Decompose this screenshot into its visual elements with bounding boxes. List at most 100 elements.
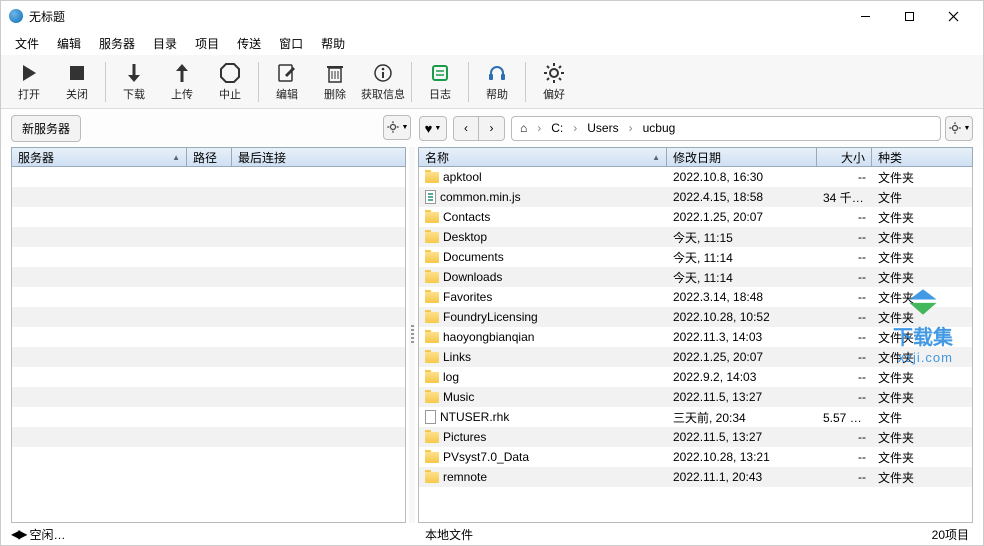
tb-pref[interactable]: 偏好	[530, 57, 578, 107]
file-row[interactable]: NTUSER.rhk三天前, 20:345.57 兆…文件	[419, 407, 972, 427]
table-row[interactable]	[12, 307, 405, 327]
table-row[interactable]	[12, 267, 405, 287]
table-row[interactable]	[12, 427, 405, 447]
tb-close[interactable]: 关闭	[53, 57, 101, 107]
col-server[interactable]: 服务器 ▲	[12, 148, 187, 166]
table-row[interactable]	[12, 287, 405, 307]
tb-edit[interactable]: 编辑	[263, 57, 311, 107]
cell-name: log	[419, 370, 667, 384]
table-row[interactable]	[12, 227, 405, 247]
chevron-down-icon: ▼	[964, 125, 971, 132]
tb-upload[interactable]: 上传	[158, 57, 206, 107]
left-gear-button[interactable]: ▼	[383, 115, 411, 140]
cell-mtime: 三天前, 20:34	[667, 409, 817, 426]
file-row[interactable]: Links2022.1.25, 20:07--文件夹	[419, 347, 972, 367]
col-size[interactable]: 大小	[817, 148, 872, 166]
file-row[interactable]: FoundryLicensing2022.10.28, 10:52--文件夹	[419, 307, 972, 327]
cell-size: --	[817, 470, 872, 484]
heart-icon: ♥	[425, 121, 433, 136]
nav-forward-button[interactable]: ›	[479, 116, 505, 141]
folder-icon	[425, 472, 439, 483]
file-row[interactable]: common.min.js2022.4.15, 18:5834 千字节文件	[419, 187, 972, 207]
col-mtime[interactable]: 修改日期	[667, 148, 817, 166]
col-path[interactable]: 路径	[187, 148, 232, 166]
menu-directory[interactable]: 目录	[145, 33, 185, 54]
tb-help[interactable]: 帮助	[473, 57, 521, 107]
right-gear-button[interactable]: ▼	[945, 116, 973, 141]
file-icon	[425, 410, 436, 424]
crumb-drive[interactable]: C:	[543, 117, 571, 140]
col-name[interactable]: 名称 ▲	[419, 148, 667, 166]
table-row[interactable]	[12, 247, 405, 267]
minimize-button[interactable]	[843, 1, 887, 31]
new-server-button[interactable]: 新服务器	[11, 115, 81, 142]
crumb-users[interactable]: Users	[579, 117, 626, 140]
table-row[interactable]	[12, 367, 405, 387]
file-name: Favorites	[443, 290, 492, 304]
cell-size: --	[817, 250, 872, 264]
file-row[interactable]: Music2022.11.5, 13:27--文件夹	[419, 387, 972, 407]
tb-download[interactable]: 下载	[110, 57, 158, 107]
table-row[interactable]	[12, 407, 405, 427]
favorite-button[interactable]: ♥ ▼	[419, 116, 447, 141]
tb-abort[interactable]: 中止	[206, 57, 254, 107]
file-row[interactable]: remnote2022.11.1, 20:43--文件夹	[419, 467, 972, 487]
file-row[interactable]: Pictures2022.11.5, 13:27--文件夹	[419, 427, 972, 447]
col-kind[interactable]: 种类	[872, 148, 972, 166]
menu-server[interactable]: 服务器	[91, 33, 143, 54]
status-count: 20项目	[932, 526, 973, 543]
table-row[interactable]	[12, 447, 405, 467]
table-row[interactable]	[12, 387, 405, 407]
file-row[interactable]: Favorites2022.3.14, 18:48--文件夹	[419, 287, 972, 307]
tb-getinfo[interactable]: 获取信息	[359, 57, 407, 107]
folder-icon	[425, 432, 439, 443]
maximize-button[interactable]	[887, 1, 931, 31]
close-button[interactable]	[931, 1, 975, 31]
table-row[interactable]	[12, 207, 405, 227]
tb-open[interactable]: 打开	[5, 57, 53, 107]
menu-file[interactable]: 文件	[7, 33, 47, 54]
tb-delete[interactable]: 删除	[311, 57, 359, 107]
file-row[interactable]: Downloads今天, 11:14--文件夹	[419, 267, 972, 287]
cell-name: remnote	[419, 470, 667, 484]
main-split: 服务器 ▲ 路径 最后连接 名称 ▲ 修改日期 大小 种类 apktool202…	[1, 147, 983, 523]
breadcrumb[interactable]: ⌂ › C: › Users › ucbug	[511, 116, 941, 141]
gear-icon	[543, 62, 565, 84]
file-row[interactable]: log2022.9.2, 14:03--文件夹	[419, 367, 972, 387]
file-row[interactable]: Desktop今天, 11:15--文件夹	[419, 227, 972, 247]
table-row[interactable]	[12, 347, 405, 367]
tb-log[interactable]: 日志	[416, 57, 464, 107]
sort-asc-icon: ▲	[652, 153, 660, 162]
collapse-icon[interactable]: ◀▶	[11, 527, 25, 541]
file-table-body[interactable]: apktool2022.10.8, 16:30--文件夹common.min.j…	[418, 167, 973, 523]
nav-back-button[interactable]: ‹	[453, 116, 479, 141]
crumb-home[interactable]: ⌂	[512, 117, 535, 140]
table-row[interactable]	[12, 187, 405, 207]
table-row[interactable]	[12, 327, 405, 347]
file-row[interactable]: apktool2022.10.8, 16:30--文件夹	[419, 167, 972, 187]
file-row[interactable]: haoyongbianqian2022.11.3, 14:03--文件夹	[419, 327, 972, 347]
menu-project[interactable]: 项目	[187, 33, 227, 54]
file-row[interactable]: Documents今天, 11:14--文件夹	[419, 247, 972, 267]
chevron-right-icon: ›	[571, 121, 579, 135]
cell-mtime: 2022.4.15, 18:58	[667, 190, 817, 204]
file-name: NTUSER.rhk	[440, 410, 509, 424]
file-name: Pictures	[443, 430, 486, 444]
folder-icon	[425, 452, 439, 463]
stop-icon	[66, 62, 88, 84]
server-pane: 服务器 ▲ 路径 最后连接	[1, 147, 409, 523]
menu-transfer[interactable]: 传送	[229, 33, 269, 54]
menu-window[interactable]: 窗口	[271, 33, 311, 54]
cell-name: apktool	[419, 170, 667, 184]
chevron-right-icon: ›	[490, 121, 494, 135]
folder-icon	[425, 172, 439, 183]
abort-icon	[219, 62, 241, 84]
file-row[interactable]: PVsyst7.0_Data2022.10.28, 13:21--文件夹	[419, 447, 972, 467]
table-row[interactable]	[12, 167, 405, 187]
col-last-connect[interactable]: 最后连接	[232, 148, 405, 166]
menu-edit[interactable]: 编辑	[49, 33, 89, 54]
file-row[interactable]: Contacts2022.1.25, 20:07--文件夹	[419, 207, 972, 227]
server-table-body[interactable]	[11, 167, 406, 523]
crumb-user[interactable]: ucbug	[635, 117, 684, 140]
menu-help[interactable]: 帮助	[313, 33, 353, 54]
